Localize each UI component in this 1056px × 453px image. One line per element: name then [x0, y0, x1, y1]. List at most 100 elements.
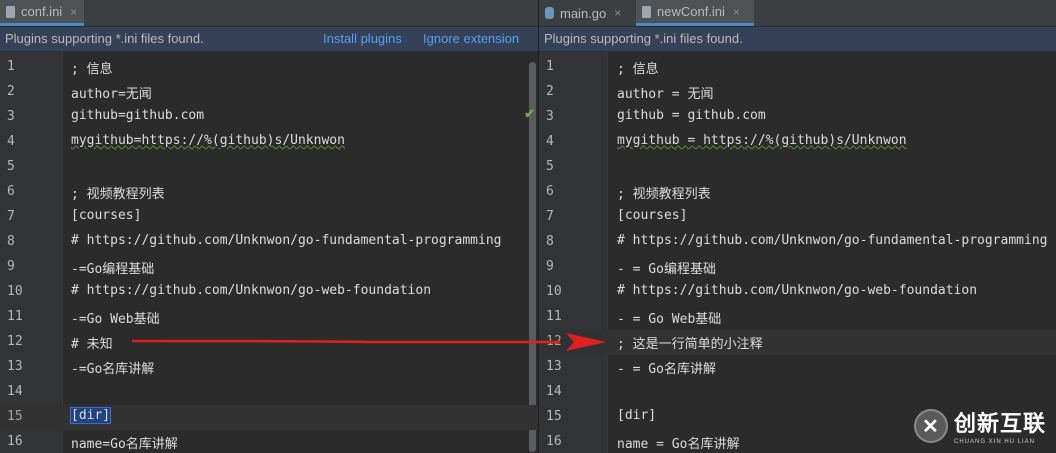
code-text: author = 无闻	[617, 87, 714, 102]
code-text: # https://github.com/Unknwon/go-web-foun…	[617, 283, 978, 298]
close-tab-icon[interactable]: ×	[733, 5, 740, 19]
tab-newconf-ini[interactable]: newConf.ini ×	[636, 0, 754, 26]
code-line[interactable]: 1 ; 信息	[0, 55, 538, 80]
code-text: - = Go名库讲解	[617, 362, 716, 377]
code-line[interactable]: 12 ; 这是一行简单的小注释	[539, 330, 1056, 355]
close-tab-icon[interactable]: ×	[70, 5, 77, 19]
code-line[interactable]: 16 name=Go名库讲解	[0, 430, 538, 453]
code-text: - = Go Web基础	[617, 312, 722, 327]
line-number: 1	[546, 59, 554, 74]
code-text: # https://github.com/Unknwon/go-web-foun…	[71, 283, 432, 298]
code-line[interactable]: 10 # https://github.com/Unknwon/go-web-fo…	[539, 280, 1056, 305]
code-text: mygithub = https://%(github)s/Unknwon	[617, 133, 907, 148]
tab-label: main.go	[560, 5, 607, 21]
code-text: author=无闻	[71, 87, 152, 102]
right-editor-pane: main.go × newConf.ini × Plugins supporti…	[538, 0, 1056, 453]
code-line[interactable]: 11 -=Go Web基础	[0, 305, 538, 330]
line-number: 12	[7, 334, 23, 349]
code-text: ; 视频教程列表	[617, 187, 711, 202]
code-line[interactable]: 15 [dir]	[0, 405, 538, 430]
line-number: 3	[7, 109, 15, 124]
code-line[interactable]: 10 # https://github.com/Unknwon/go-web-fo…	[0, 280, 538, 305]
code-line[interactable]: 5	[0, 155, 538, 180]
code-text: mygithub=https://%(github)s/Unknwon	[71, 133, 345, 148]
tab-label: conf.ini	[21, 4, 63, 19]
banner-message: Plugins supporting *.ini files found.	[544, 31, 743, 46]
code-editor-right[interactable]: 1 ; 信息 2 author = 无闻 3 github = github.com 4 my…	[539, 52, 1056, 453]
line-number: 15	[7, 409, 23, 424]
code-line[interactable]: 4 mygithub = https://%(github)s/Unknwon	[539, 130, 1056, 155]
line-number: 12	[546, 334, 562, 349]
code-text: - = Go编程基础	[617, 262, 716, 277]
tab-main-go[interactable]: main.go ×	[539, 0, 635, 26]
code-text: ; 这是一行简单的小注释	[617, 337, 763, 352]
code-line[interactable]: 7 [courses]	[0, 205, 538, 230]
code-line[interactable]: 7 [courses]	[539, 205, 1056, 230]
code-text: ; 信息	[617, 62, 659, 77]
code-line[interactable]: 2 author = 无闻	[539, 80, 1056, 105]
code-line[interactable]: 11 - = Go Web基础	[539, 305, 1056, 330]
ini-file-icon	[642, 5, 651, 18]
code-text: # https://github.com/Unknwon/go-fundamen…	[617, 233, 1048, 248]
line-number: 11	[546, 309, 562, 324]
watermark-logo: ✕ 创新互联 CHUANG XIN HU LIAN	[913, 406, 1046, 445]
right-tab-bar: main.go × newConf.ini ×	[539, 0, 1056, 27]
code-line[interactable]: 3 github = github.com	[539, 105, 1056, 130]
code-text: -=Go名库讲解	[71, 362, 155, 377]
line-number: 15	[546, 409, 562, 424]
code-line[interactable]: 2 author=无闻	[0, 80, 538, 105]
code-line[interactable]: 9 - = Go编程基础	[539, 255, 1056, 280]
left-editor-pane: conf.ini × Plugins supporting *.ini file…	[0, 0, 538, 453]
install-plugins-link[interactable]: Install plugins	[323, 31, 402, 46]
code-line[interactable]: 6 ; 视频教程列表	[539, 180, 1056, 205]
plugin-banner: Plugins supporting *.ini files found.	[539, 27, 1056, 52]
line-number: 2	[546, 84, 554, 99]
code-line[interactable]: 9 -=Go编程基础	[0, 255, 538, 280]
code-text: -=Go编程基础	[71, 262, 155, 277]
code-line[interactable]: 14	[539, 380, 1056, 405]
code-text: [dir]	[69, 407, 112, 424]
tab-label: newConf.ini	[657, 4, 725, 19]
code-text: github = github.com	[617, 108, 766, 123]
go-file-icon	[545, 7, 554, 19]
code-line[interactable]: 4 mygithub=https://%(github)s/Unknwon	[0, 130, 538, 155]
ini-file-icon	[6, 5, 15, 18]
code-line[interactable]: 14	[0, 380, 538, 405]
line-number: 8	[7, 234, 15, 249]
code-editor-left[interactable]: ✔ 1; 信息 2 author=无闻 3 github=github.com 4 mygi…	[0, 52, 538, 453]
line-number: 14	[7, 384, 23, 399]
line-number: 14	[546, 384, 562, 399]
code-line[interactable]: 8 # https://github.com/Unknwon/go-fundame…	[539, 230, 1056, 255]
line-number: 13	[7, 359, 23, 374]
line-number: 13	[546, 359, 562, 374]
logo-mark-icon: ✕	[913, 408, 948, 443]
code-text: [courses]	[71, 208, 142, 223]
code-text: name=Go名库讲解	[71, 437, 178, 452]
logo-name: 创新互联	[953, 411, 1046, 436]
code-text: github=github.com	[71, 108, 205, 123]
line-number: 7	[7, 209, 15, 224]
plugin-banner: Plugins supporting *.ini files found. In…	[0, 27, 538, 52]
close-tab-icon[interactable]: ×	[614, 6, 621, 20]
logo-subtitle: CHUANG XIN HU LIAN	[953, 439, 1035, 445]
code-line[interactable]: 13 -=Go名库讲解	[0, 355, 538, 380]
banner-message: Plugins supporting *.ini files found.	[5, 31, 204, 46]
code-line[interactable]: 13 - = Go名库讲解	[539, 355, 1056, 380]
line-number: 5	[7, 159, 15, 174]
line-number: 6	[546, 184, 554, 199]
line-number: 2	[7, 84, 15, 99]
line-number: 9	[546, 259, 554, 274]
line-number: 10	[7, 284, 23, 299]
line-number: 9	[7, 259, 15, 274]
code-line[interactable]: 3 github=github.com	[0, 105, 538, 130]
tab-conf-ini[interactable]: conf.ini ×	[0, 0, 84, 26]
code-line[interactable]: 5	[539, 155, 1056, 180]
ignore-extension-link[interactable]: Ignore extension	[423, 31, 519, 46]
line-number: 16	[7, 434, 23, 449]
code-line[interactable]: 6 ; 视频教程列表	[0, 180, 538, 205]
code-line[interactable]: 12 # 未知	[0, 330, 538, 355]
code-line[interactable]: 1 ; 信息	[539, 55, 1056, 80]
line-number: 11	[7, 309, 23, 324]
code-line[interactable]: 8 # https://github.com/Unknwon/go-fundame…	[0, 230, 538, 255]
code-text: -=Go Web基础	[71, 312, 160, 327]
